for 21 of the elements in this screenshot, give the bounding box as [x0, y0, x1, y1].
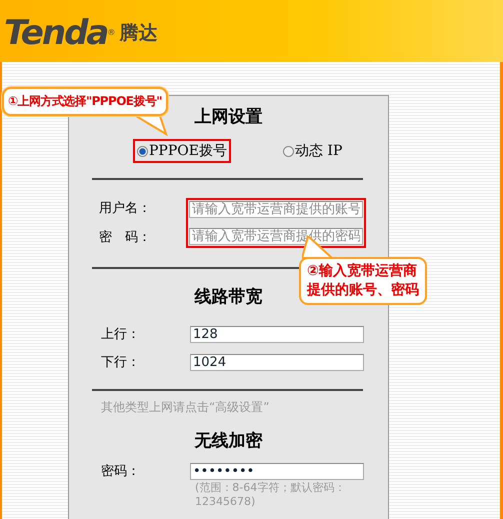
radio-button[interactable]: [282, 146, 294, 156]
field-label: 密码：: [101, 464, 141, 480]
radio-label[interactable]: PPPOE拨号: [149, 142, 227, 160]
callout-tail: [136, 116, 168, 136]
radio-button[interactable]: [137, 146, 148, 156]
range-hint: (范围：8-64字符；默认密码：12345678): [195, 481, 346, 509]
input-field[interactable]: 1024: [190, 354, 364, 371]
field-label: 上行：: [101, 326, 141, 342]
input-field[interactable]: 128: [190, 326, 364, 343]
section-title: 上网设置: [194, 106, 262, 128]
field-label: 密 码：: [99, 230, 152, 246]
field-label: 用户名：: [99, 201, 152, 217]
field-label: 下行：: [101, 354, 141, 370]
input-field[interactable]: ••••••••: [190, 463, 364, 480]
brand-name: 腾达: [119, 20, 158, 46]
hint-text: 其他类型上网请点击“高级设置”: [100, 399, 270, 416]
section-title: 线路带宽: [194, 286, 262, 308]
radio-label[interactable]: 动态 IP: [294, 142, 342, 160]
brand-logo: Tenda: [4, 13, 108, 53]
registered-mark: ®: [107, 28, 116, 37]
section-title: 无线加密: [194, 430, 262, 452]
